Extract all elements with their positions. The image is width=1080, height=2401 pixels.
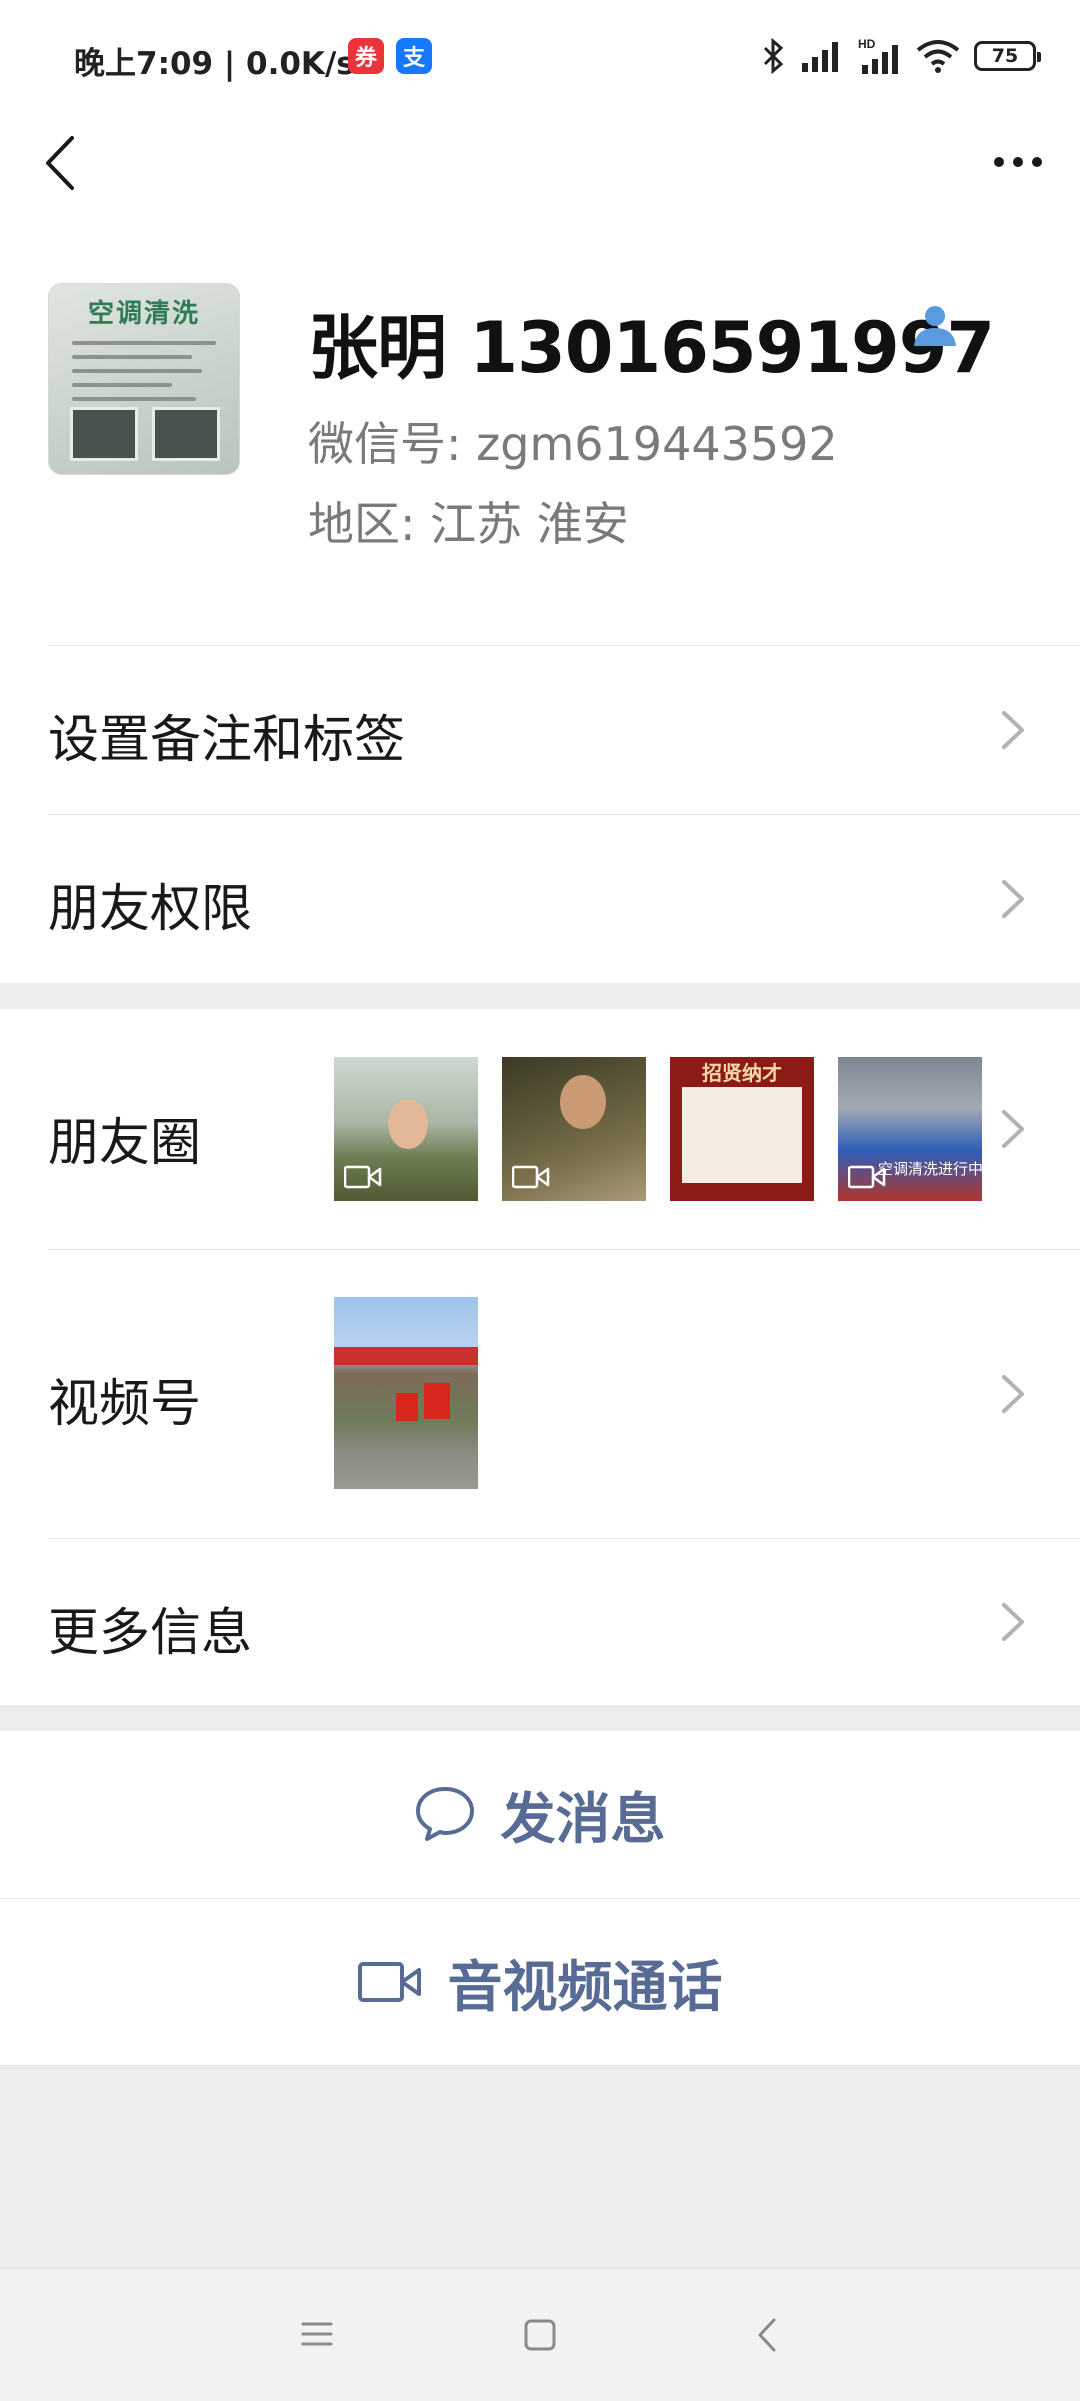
moments-thumbnail[interactable] [502,1057,646,1201]
thumb-caption: 招贤纳才 [702,1061,782,1085]
signal-icon [802,42,838,72]
home-icon[interactable] [522,2317,558,2353]
thumb-face [560,1075,606,1129]
moments-thumbnail[interactable]: 空调清洗进行中 [838,1057,982,1201]
system-nav-bar [0,2268,1080,2401]
video-camera-icon [344,1165,382,1189]
chevron-right-icon [1002,1375,1024,1413]
menu-icon[interactable] [300,2317,334,2351]
thumb-flag [424,1383,450,1419]
channels-label: 视频号 [48,1375,202,1434]
avatar-decor [72,341,216,345]
video-call-icon [358,1962,422,2002]
bluetooth-icon [763,38,784,74]
more-dot [1013,157,1023,167]
avatar-decor [70,407,138,461]
video-camera-icon [848,1165,886,1189]
more-dot [1032,157,1042,167]
remark-tags-label: 设置备注和标签 [48,711,406,770]
avatar-decor [72,383,172,387]
section-gap [0,983,1080,1009]
contact-name: 张明 13016591997 [308,307,995,389]
avatar-text: 空调清洗 [87,299,200,329]
app-notification-icon: 券 [348,38,384,74]
avatar[interactable]: 空调清洗 [48,283,240,475]
video-camera-icon [512,1165,550,1189]
avatar-decor [72,369,202,373]
more-button[interactable] [978,132,1058,192]
send-message-button[interactable]: 发消息 [0,1731,1080,1897]
wechat-id: 微信号: zgm619443592 [308,417,838,471]
friend-permissions-label: 朋友权限 [48,880,253,939]
thumb-banner [334,1347,478,1365]
av-call-label: 音视频通话 [447,1955,723,2019]
friend-permissions-row[interactable]: 朋友权限 [0,815,1080,983]
chevron-right-icon [1002,711,1024,749]
thumb-flag [396,1393,418,1421]
nav-back-icon[interactable] [754,2315,780,2355]
svg-text:HD: HD [858,37,876,51]
alipay-notification-icon: 支 [396,38,432,74]
chevron-right-icon [1002,1110,1024,1148]
moments-label: 朋友圈 [48,1114,202,1173]
contact-person-icon [914,306,956,346]
bottom-filler [0,2065,1080,2269]
channels-row[interactable]: 视频号 [0,1250,1080,1538]
chevron-right-icon [1002,880,1024,918]
send-message-label: 发消息 [500,1787,666,1851]
chevron-left-icon [46,136,74,190]
thumb-poster-panel [682,1087,802,1183]
avatar-decor [72,355,192,359]
avatar-decor [152,407,220,461]
thumb-face [388,1099,428,1149]
more-info-row[interactable]: 更多信息 [0,1539,1080,1705]
channels-thumbnail[interactable] [334,1297,478,1489]
more-info-label: 更多信息 [48,1604,253,1663]
status-bar: 晚上7:09 | 0.0K/s 券 支 HD 75 [0,0,1080,118]
hd-signal-icon: HD [858,37,898,74]
avatar-decor [72,397,196,401]
more-dot [994,157,1004,167]
thumb-caption: 空调清洗进行中 [878,1160,982,1178]
battery-icon: 75 [974,41,1041,71]
moments-thumbnail[interactable] [334,1057,478,1201]
region: 地区: 江苏 淮安 [308,497,629,551]
moments-thumbnail[interactable]: 招贤纳才 [670,1057,814,1201]
av-call-button[interactable]: 音视频通话 [0,1899,1080,2065]
chat-bubble-icon [416,1787,475,1841]
remark-tags-row[interactable]: 设置备注和标签 [0,646,1080,814]
status-time: 晚上7:09 | 0.0K/s [74,46,355,82]
back-button[interactable] [34,128,88,198]
chevron-right-icon [1002,1603,1024,1641]
section-gap [0,1705,1080,1731]
wifi-icon [916,40,960,73]
